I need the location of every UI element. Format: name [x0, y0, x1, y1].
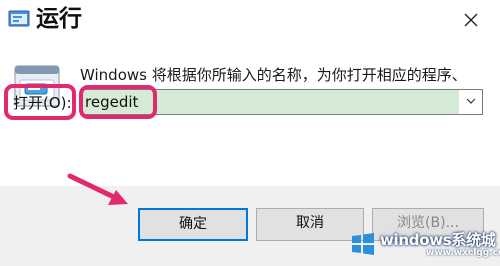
open-combobox[interactable] [80, 89, 483, 115]
close-icon [464, 13, 478, 27]
title-bar: 运行 [0, 0, 500, 42]
watermark: windows系统城 www.wxclgg.com [346, 219, 500, 261]
open-input[interactable] [85, 91, 445, 113]
window-title: 运行 [36, 6, 82, 32]
windows-logo-icon [352, 233, 374, 255]
close-button[interactable] [452, 4, 492, 36]
dropdown-button[interactable] [461, 90, 482, 114]
run-app-icon [8, 10, 30, 28]
watermark-url: www.wxclgg.com [426, 248, 500, 258]
open-label: 打开(O): [13, 94, 72, 112]
chevron-down-icon [466, 98, 476, 104]
ok-button[interactable]: 确定 [138, 208, 248, 241]
watermark-text: windows系统城 [380, 231, 496, 249]
